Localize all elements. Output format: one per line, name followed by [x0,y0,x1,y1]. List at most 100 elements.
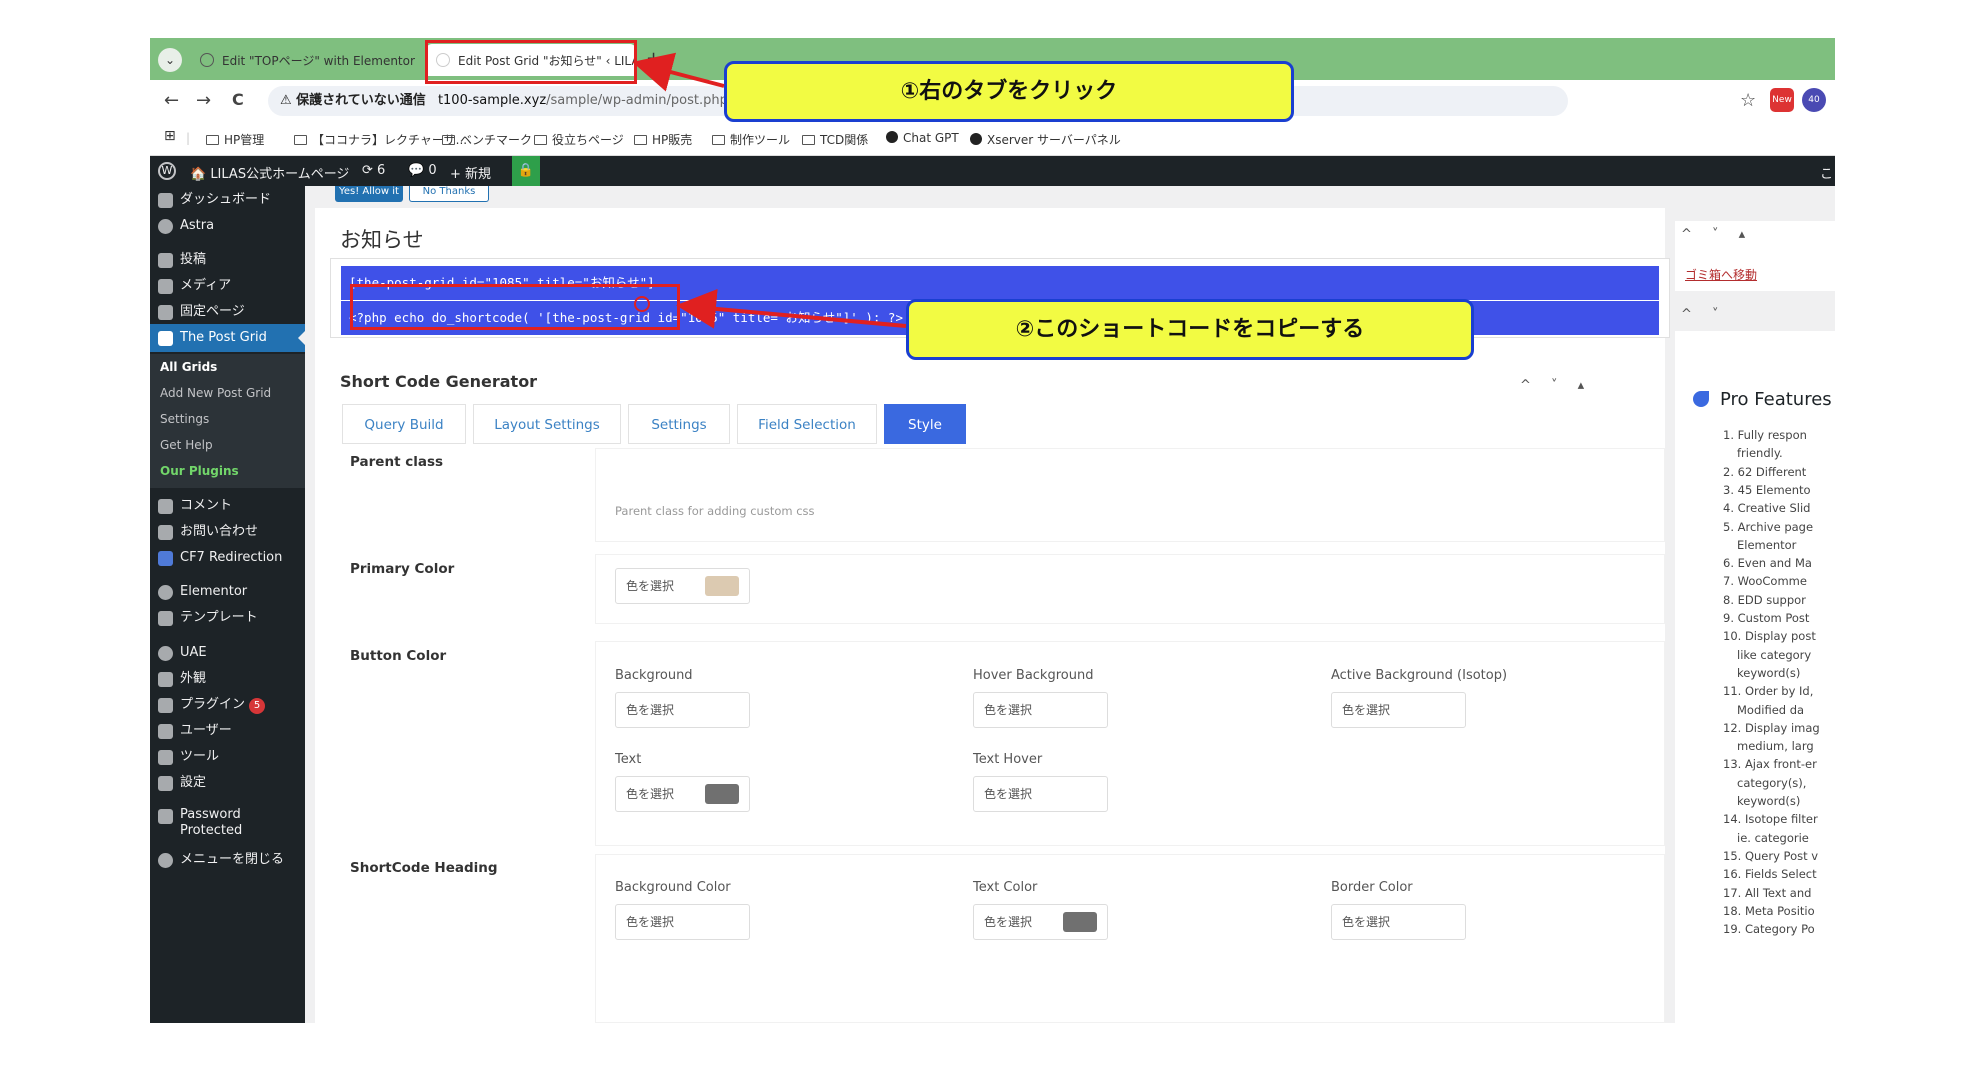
pro-feature-item: 11. Order by Id, [1723,684,1814,699]
tab-layout-settings[interactable]: Layout Settings [473,404,621,444]
pro-feature-item: 13. Ajax front-er [1723,757,1817,772]
sidebar-item-posts[interactable]: 投稿 [150,246,305,274]
text-hover-label: Text Hover [973,752,1043,767]
trash-link[interactable]: ゴミ箱へ移動 [1685,266,1757,283]
background-color-picker[interactable]: 色を選択 [615,692,750,728]
allow-button[interactable]: Yes! Allow it [335,186,403,202]
text-hover-color-picker[interactable]: 色を選択 [973,776,1108,812]
extension-icon[interactable]: 40 [1802,88,1826,112]
sidebar-item-astra[interactable]: Astra [150,212,305,240]
pro-feature-item: 7. WooComme [1723,574,1807,589]
apps-icon[interactable]: ⊞ [164,128,176,144]
sidebar-item-elementor[interactable]: Elementor [150,578,305,606]
heading-text-color-label: Text Color [973,880,1038,895]
sidebar-item-templates[interactable]: テンプレート [150,604,305,632]
heading-border-color-picker[interactable]: 色を選択 [1331,904,1466,940]
new-content-link[interactable]: + 新規 [450,163,491,182]
submenu-settings[interactable]: Settings [150,406,305,432]
text-color-picker[interactable]: 色を選択 [615,776,750,812]
sidebar-item-password-protected[interactable]: Password Protected [150,802,280,842]
not-allowed-cursor-icon [634,296,650,312]
tab-field-selection[interactable]: Field Selection [737,404,877,444]
site-name-link[interactable]: 🏠 LILAS公式ホームページ [190,163,349,182]
bookmark-item[interactable]: HP管理 [206,131,264,148]
sidebar-item-label: テンプレート [180,610,258,625]
panel-toggle-arrows[interactable]: ^ ˅ ▴ [1681,227,1753,242]
sidebar-item-the-post-grid[interactable]: The Post Grid [150,324,305,352]
sidebar-item-pages[interactable]: 固定ページ [150,298,305,326]
tab-edit-post-grid[interactable]: Edit Post Grid "お知らせ" ‹ LILAS × [426,44,636,76]
sidebar-item-label: ツール [180,749,220,764]
picker-label: 色を選択 [984,703,1033,717]
submenu-add-new-post-grid[interactable]: Add New Post Grid [150,380,305,406]
tab-style[interactable]: Style [884,404,966,444]
forward-button[interactable]: → [196,90,211,111]
reload-button[interactable]: C [232,90,244,109]
sidebar-item-dashboard[interactable]: ダッシュボード [150,186,305,214]
collapse-menu-button[interactable]: メニューを閉じる [150,846,305,874]
no-thanks-button[interactable]: No Thanks [409,186,489,202]
pro-feature-item: 17. All Text and [1723,885,1812,900]
heading-background-color-picker[interactable]: 色を選択 [615,904,750,940]
tab-settings[interactable]: Settings [628,404,730,444]
panel-toggle-arrows[interactable]: ^ ˅ ▴ [1520,378,1592,393]
sidebar-item-label: The Post Grid [180,330,267,345]
step1-callout: ①右のタブをクリック [724,61,1294,122]
sidebar-item-appearance[interactable]: 外観 [150,665,305,693]
new-tab-button[interactable]: + [646,48,661,69]
bookmark-star-icon[interactable]: ☆ [1740,90,1756,111]
sidebar-item-users[interactable]: ユーザー [150,717,305,745]
sidebar-item-label: メディア [180,278,232,293]
bookmark-item[interactable]: 役立ちページ [534,131,624,148]
pro-feature-item: 12. Display imag [1723,720,1820,735]
security-warning[interactable]: ⚠ 保護されていない通信 [280,93,426,108]
panel-toggle-arrows[interactable]: ^ ˅ [1681,307,1727,322]
pro-feature-item: Elementor [1737,537,1797,552]
bookmark-item[interactable]: ベンチマーク [442,131,532,148]
back-button[interactable]: ← [164,90,179,111]
tab-query-build[interactable]: Query Build [342,404,466,444]
wordpress-logo-icon[interactable]: W [158,162,176,180]
sidebar-item-settings[interactable]: 設定 [150,769,305,797]
sidebar-item-uae[interactable]: UAE [150,639,305,667]
updates-link[interactable]: ⟳ 6 [362,163,385,178]
close-icon[interactable]: × [415,53,420,68]
hover-background-color-picker[interactable]: 色を選択 [973,692,1108,728]
sidebar-item-cf7-redirection[interactable]: CF7 Redirection [150,544,305,572]
sidebar-item-contact[interactable]: お問い合わせ [150,518,305,546]
lock-icon[interactable]: 🔒 [512,156,540,186]
wp-admin-bar: W 🏠 LILAS公式ホームページ ⟳ 6 💬 0 + 新規 🔒 こ [150,156,1835,186]
redirect-icon [158,551,173,566]
bookmark-item[interactable]: HP販売 [634,131,692,148]
sidebar-item-comments[interactable]: コメント [150,492,305,520]
sidebar-item-plugins[interactable]: プラグイン 5 [150,691,305,719]
sidebar-item-label: コメント [180,498,233,513]
submenu-all-grids[interactable]: All Grids [150,354,305,380]
page-title[interactable]: お知らせ [340,224,424,254]
comments-link[interactable]: 💬 0 [408,163,437,178]
sidebar-item-tools[interactable]: ツール [150,743,305,771]
sidebar-item-media[interactable]: メディア [150,272,305,300]
extension-new-icon[interactable]: New [1770,88,1794,112]
shortcode-text[interactable]: [the-post-grid id="1085" title="お知らせ"] [341,266,1659,300]
heading-text-color-picker[interactable]: 色を選択 [973,904,1108,940]
text-label: Text [615,752,642,767]
parent-class-field[interactable] [595,448,1665,542]
xserver-icon [970,133,982,145]
bookmark-item[interactable]: TCD関係 [802,131,868,148]
tab-search-button[interactable]: ⌄ [158,48,182,72]
pro-feature-item: 6. Even and Ma [1723,556,1812,571]
tab-elementor[interactable]: Edit "TOPページ" with Elementor × [190,44,420,76]
bookmark-item[interactable]: 制作ツール [712,131,790,148]
bookmark-item[interactable]: Chat GPT [886,131,959,145]
sidebar-item-label: 設定 [180,775,207,790]
submenu-get-help[interactable]: Get Help [150,432,305,458]
admin-bar-right[interactable]: こ [1820,163,1833,182]
primary-color-picker[interactable]: 色を選択 [615,568,750,604]
bookmark-item[interactable]: Xserver サーバーパネル [970,131,1121,148]
pro-feature-item: 1. Fully respon [1723,428,1807,442]
sidebar-item-label: Elementor [180,584,248,599]
submenu-our-plugins[interactable]: Our Plugins [150,458,305,488]
active-background-color-picker[interactable]: 色を選択 [1331,692,1466,728]
pro-feature-item: 19. Category Po [1723,922,1815,937]
